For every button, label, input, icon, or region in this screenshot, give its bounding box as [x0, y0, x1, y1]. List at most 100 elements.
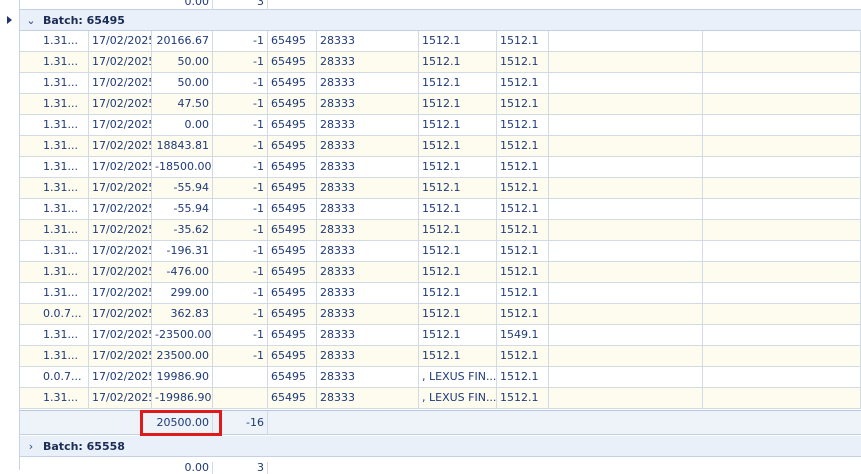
cell-empty-1: [549, 178, 703, 198]
cell-empty-2: [703, 283, 861, 303]
cell-sign: -1: [213, 31, 268, 51]
cell-amount: 50.00: [152, 73, 213, 93]
chevron-right-icon[interactable]: ›: [25, 436, 37, 457]
cell-batch: 65495: [268, 115, 317, 135]
cell-date: 17/02/2025: [89, 52, 152, 72]
cell-date: 17/02/2025: [89, 241, 152, 261]
cell-journal: 28333: [317, 262, 419, 282]
cell-account: 1512.1: [419, 31, 497, 51]
cell-sign: -1: [213, 199, 268, 219]
cell-account: 1512.1: [419, 115, 497, 135]
cell-account: , LEXUS FIN...: [419, 388, 497, 408]
cell-journal: 28333: [317, 283, 419, 303]
cell-amount: 50.00: [152, 52, 213, 72]
cell-account-2: 1512.1: [497, 220, 549, 240]
cell-reference: 1.31...: [40, 346, 89, 366]
cell-empty-1: [549, 136, 703, 156]
cell-sign: -1: [213, 178, 268, 198]
cell-empty-2: [703, 73, 861, 93]
cell-batch: 65495: [268, 262, 317, 282]
cell-journal: 28333: [317, 346, 419, 366]
cell-empty-1: [549, 304, 703, 324]
cell-date: 17/02/2025: [89, 325, 152, 345]
cell-date: 17/02/2025: [89, 262, 152, 282]
cell-empty-1: [549, 157, 703, 177]
cell-date: 17/02/2025: [89, 346, 152, 366]
cell-date: 17/02/2025: [89, 367, 152, 387]
cell-sign: -1: [213, 220, 268, 240]
cell-sign: -1: [213, 241, 268, 261]
group-footer: 20500.00 -16: [0, 410, 861, 435]
chevron-down-icon[interactable]: ⌄: [25, 10, 37, 31]
cell-account: 1512.1: [419, 199, 497, 219]
cell-empty-2: [703, 157, 861, 177]
table-row[interactable]: 1.31... 17/02/2025 -18500.00 -1 65495 28333 15…: [0, 157, 861, 178]
cell-empty-1: [549, 94, 703, 114]
cell-reference: 1.31...: [40, 115, 89, 135]
cell-batch: 65495: [268, 94, 317, 114]
cell-account: 1512.1: [419, 178, 497, 198]
cell-sign: -1: [213, 136, 268, 156]
cell-reference: 1.31...: [40, 283, 89, 303]
cell-reference: 1.31...: [40, 388, 89, 408]
group-row-batch-65558[interactable]: › Batch: 65558: [0, 436, 861, 457]
cell-batch: 65495: [268, 157, 317, 177]
table-row[interactable]: 1.31... 17/02/2025 47.50 -1 65495 28333 1512.1…: [0, 94, 861, 115]
table-row[interactable]: 1.31... 17/02/2025 -35.62 -1 65495 28333 1512.…: [0, 220, 861, 241]
table-row[interactable]: 1.31... 17/02/2025 18843.81 -1 65495 28333 151…: [0, 136, 861, 157]
table-row[interactable]: 1.31... 17/02/2025 -23500.00 -1 65495 28333 15…: [0, 325, 861, 346]
cell-account-2: 1512.1: [497, 31, 549, 51]
cell-account-2: 1512.1: [497, 178, 549, 198]
table-row[interactable]: 1.31... 17/02/2025 -196.31 -1 65495 28333 1512…: [0, 241, 861, 262]
cell-account-2: 1512.1: [497, 199, 549, 219]
cell-date: 17/02/2025: [89, 283, 152, 303]
table-row[interactable]: 0.0.7... 17/02/2025 19986.90 65495 28333, LE…: [0, 367, 861, 388]
cell-account-2: 1512.1: [497, 115, 549, 135]
cell-empty-2: [703, 304, 861, 324]
cell-amount: 23500.00: [152, 346, 213, 366]
cell-empty-1: [549, 73, 703, 93]
cell-date: 17/02/2025: [89, 157, 152, 177]
cell-account: 1512.1: [419, 304, 497, 324]
table-row[interactable]: 1.31... 17/02/2025 50.00 -1 65495 28333 1512.1…: [0, 52, 861, 73]
cell-account-2: 1512.1: [497, 367, 549, 387]
table-row[interactable]: 1.31... 17/02/2025 -55.94 -1 65495 28333 1512.…: [0, 199, 861, 220]
cell-empty-1: [549, 52, 703, 72]
cell-amount: -35.62: [152, 220, 213, 240]
cell-reference: 1.31...: [40, 52, 89, 72]
cell-reference: 1.31...: [40, 199, 89, 219]
cell-empty-2: [703, 241, 861, 261]
cell-account-2: 1512.1: [497, 136, 549, 156]
table-row[interactable]: 0.0.7... 17/02/2025 362.83 -1 65495 28333 1512…: [0, 304, 861, 325]
cell-account-2: 1512.1: [497, 304, 549, 324]
cell-account-2: 1512.1: [497, 73, 549, 93]
cell-empty-2: [703, 136, 861, 156]
cell-batch: 65495: [268, 73, 317, 93]
table-row[interactable]: 1.31... 17/02/2025 299.00 -1 65495 28333 1512.…: [0, 283, 861, 304]
cell-batch: 65495: [268, 325, 317, 345]
table-row[interactable]: 1.31... 17/02/2025 -19986.90 65495 28333, LE…: [0, 388, 861, 409]
cell-amount: -23500.00: [152, 325, 213, 345]
table-row[interactable]: 1.31... 17/02/2025 20166.67 -1 65495 28333 151…: [0, 31, 861, 52]
group-row-batch-65495[interactable]: ⌄ Batch: 65495: [0, 10, 861, 31]
cell-journal: 28333: [317, 157, 419, 177]
cell-batch: 65495: [268, 220, 317, 240]
cell-reference: 1.31...: [40, 73, 89, 93]
table-row[interactable]: 1.31... 17/02/2025 -476.00 -1 65495 28333 1512…: [0, 262, 861, 283]
cell-amount: 362.83: [152, 304, 213, 324]
table-row[interactable]: 1.31... 17/02/2025 0.00 -1 65495 28333 1512.1 1…: [0, 115, 861, 136]
table-row[interactable]: 1.31... 17/02/2025 23500.00 -1 65495 28333 151…: [0, 346, 861, 367]
cell-amount: 18843.81: [152, 136, 213, 156]
cell-amount: -55.94: [152, 178, 213, 198]
cell-account-2: 1512.1: [497, 388, 549, 408]
cell-empty-1: [549, 325, 703, 345]
cell-account-2: 1512.1: [497, 94, 549, 114]
table-row[interactable]: 1.31... 17/02/2025 -55.94 -1 65495 28333 1512.…: [0, 178, 861, 199]
table-row[interactable]: 1.31... 17/02/2025 50.00 -1 65495 28333 1512.1…: [0, 73, 861, 94]
cell-date: 17/02/2025: [89, 220, 152, 240]
cell-account: 1512.1: [419, 94, 497, 114]
cell-account: 1512.1: [419, 346, 497, 366]
cell-batch: 65495: [268, 241, 317, 261]
cell-empty-2: [703, 199, 861, 219]
cell-amount: -18500.00: [152, 157, 213, 177]
